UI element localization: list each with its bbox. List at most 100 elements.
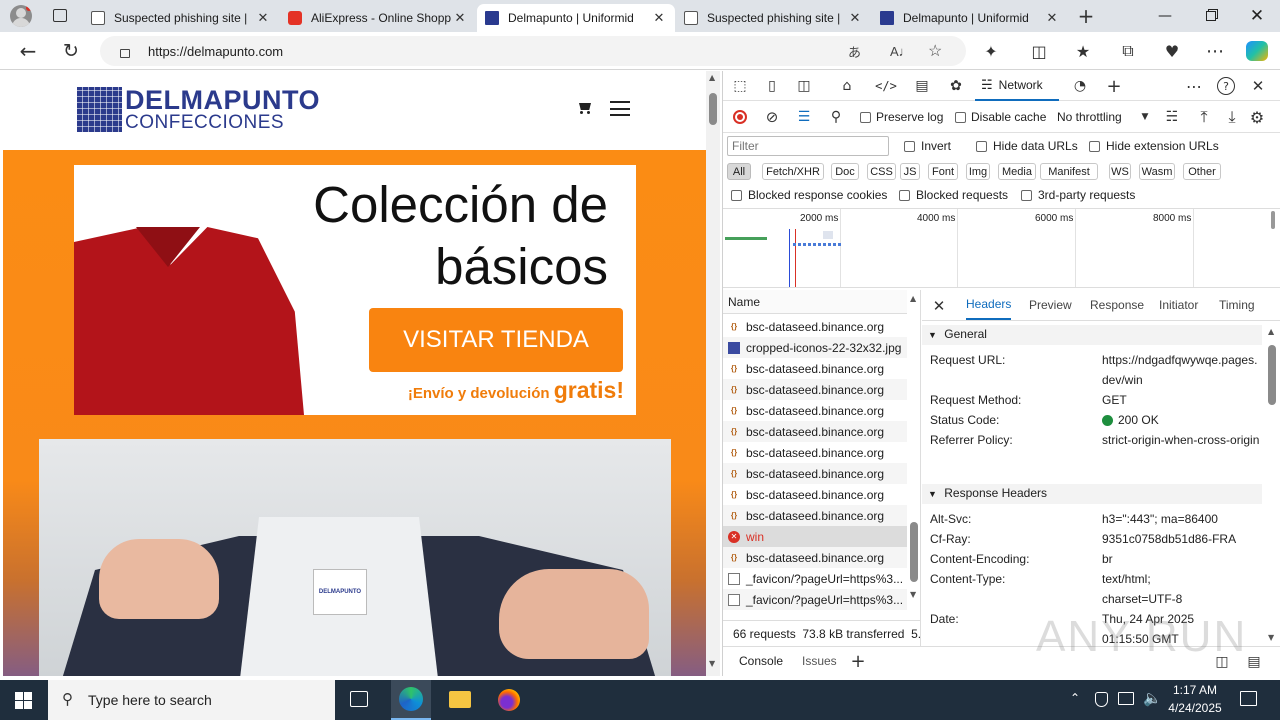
clock-time[interactable]: 1:17 AM	[1165, 683, 1225, 697]
taskbar-search[interactable]: ⚲ Type here to search	[48, 680, 335, 720]
request-list-scroll-thumb[interactable]	[910, 522, 918, 582]
drawer-tab-issues[interactable]: Issues	[802, 654, 837, 668]
request-row[interactable]: _favicon/?pageUrl=https%3...	[723, 568, 907, 589]
browser-tab[interactable]: Suspected phishing site | ✕	[83, 4, 279, 32]
network-conditions-icon[interactable]: ☵	[1163, 108, 1181, 126]
split-screen-icon[interactable]: ◫	[1026, 39, 1052, 63]
throttling-select[interactable]: No throttling	[1057, 110, 1122, 124]
address-bar[interactable]: https://delmapunto.com あ A♩ ☆	[100, 36, 966, 66]
browser-tab[interactable]: Delmapunto | Uniformid ✕	[872, 4, 1068, 32]
start-windows-icon[interactable]	[15, 692, 32, 709]
more-menu-icon[interactable]: ⋯	[1202, 39, 1228, 63]
search-icon[interactable]: ⚲	[827, 108, 845, 126]
general-section-header[interactable]: ▼ General	[922, 325, 1262, 345]
filter-toggle-icon[interactable]: ☰	[795, 108, 813, 126]
browser-tab[interactable]: Suspected phishing site | ✕	[676, 4, 871, 32]
tab-network[interactable]: ☵ Network	[975, 71, 1059, 101]
type-filter-fetchxhr[interactable]: Fetch/XHR	[762, 163, 824, 180]
add-tool-icon[interactable]: +	[1105, 76, 1123, 97]
favorite-star-icon[interactable]: ☆	[928, 41, 942, 61]
new-tab-button[interactable]: +	[1075, 4, 1097, 28]
minimize-icon[interactable]: —	[1142, 0, 1188, 32]
promo-banner[interactable]: Colección de básicos VISITAR TIENDA ¡Env…	[74, 165, 636, 415]
request-row[interactable]: {} bsc-dataseed.binance.org	[723, 358, 907, 379]
request-row[interactable]: {} bsc-dataseed.binance.org	[723, 421, 907, 442]
third-party-checkbox[interactable]	[1021, 190, 1032, 201]
close-devtools-icon[interactable]: ✕	[1249, 77, 1267, 95]
request-row[interactable]: {} bsc-dataseed.binance.org	[723, 316, 907, 337]
visit-store-button[interactable]: VISITAR TIENDA	[369, 308, 623, 372]
copilot-icon[interactable]	[1244, 39, 1270, 63]
profile-avatar[interactable]	[10, 5, 32, 27]
disable-cache-checkbox[interactable]	[955, 112, 966, 123]
page-scrollbar[interactable]: ▲ ▼	[706, 71, 720, 676]
type-filter-all[interactable]: All	[727, 163, 751, 180]
type-filter-ws[interactable]: WS	[1109, 163, 1131, 180]
page-scroll-thumb[interactable]	[709, 93, 717, 125]
details-tab-timing[interactable]: Timing	[1219, 290, 1255, 320]
preserve-log-checkbox[interactable]	[860, 112, 871, 123]
request-row[interactable]: {} bsc-dataseed.binance.org	[723, 505, 907, 526]
details-scroll-thumb[interactable]	[1268, 345, 1276, 405]
request-row[interactable]: {} bsc-dataseed.binance.org	[723, 463, 907, 484]
performance-tool-icon[interactable]: ◔	[1071, 77, 1089, 95]
details-tab-headers[interactable]: Headers	[966, 290, 1012, 320]
details-tab-initiator[interactable]: Initiator	[1159, 290, 1198, 320]
request-list-scrollbar[interactable]: ▲ ▼	[908, 290, 920, 620]
type-filter-js[interactable]: JS	[900, 163, 920, 180]
details-scrollbar[interactable]: ▲ ▼	[1265, 321, 1279, 646]
name-column-header[interactable]: Name	[723, 290, 907, 314]
firefox-icon[interactable]	[498, 689, 520, 711]
close-tab-icon[interactable]: ✕	[452, 10, 468, 26]
collections-icon[interactable]: ⧉	[1115, 39, 1141, 63]
clock-date[interactable]: 4/24/2025	[1160, 701, 1230, 715]
type-filter-wasm[interactable]: Wasm	[1139, 163, 1175, 180]
hamburger-menu-icon[interactable]	[610, 101, 630, 116]
edge-taskbar-icon[interactable]	[391, 680, 431, 720]
timeline-scroll[interactable]	[1271, 211, 1275, 229]
close-tab-icon[interactable]: ✕	[255, 10, 271, 26]
inspect-element-icon[interactable]: ⬚	[731, 77, 749, 95]
devtools-more-icon[interactable]: ⋯	[1185, 77, 1203, 96]
request-row[interactable]: _favicon/?pageUrl=https%3...	[723, 589, 907, 610]
drawer-tab-console[interactable]: Console	[739, 654, 783, 668]
response-headers-section-header[interactable]: ▼ Response Headers	[922, 484, 1262, 504]
extensions-icon[interactable]: ✦	[978, 39, 1004, 63]
performance-icon[interactable]: ♥	[1159, 39, 1185, 63]
record-icon[interactable]	[733, 110, 747, 124]
hide-extension-urls-checkbox[interactable]	[1089, 141, 1100, 152]
invert-checkbox[interactable]	[904, 141, 915, 152]
close-window-icon[interactable]: ✕	[1234, 0, 1280, 32]
tab-actions-icon[interactable]	[53, 9, 67, 22]
export-har-icon[interactable]: ⤓	[1223, 107, 1241, 126]
details-tab-response[interactable]: Response	[1090, 290, 1144, 320]
type-filter-font[interactable]: Font	[928, 163, 958, 180]
translate-icon[interactable]: あ	[848, 42, 861, 61]
drawer-add-icon[interactable]: +	[849, 651, 867, 672]
overview-timeline[interactable]: 2000 ms 4000 ms 6000 ms 8000 ms	[723, 208, 1280, 288]
close-details-icon[interactable]: ✕	[930, 297, 948, 315]
file-explorer-icon[interactable]	[449, 691, 471, 708]
tray-security-icon[interactable]	[1095, 692, 1108, 707]
browser-tab[interactable]: AliExpress - Online Shopp ✕	[280, 4, 476, 32]
request-row[interactable]: ✕ win	[723, 526, 907, 547]
type-filter-img[interactable]: Img	[966, 163, 990, 180]
type-filter-manifest[interactable]: Manifest	[1040, 163, 1098, 180]
request-row[interactable]: cropped-iconos-22-32x32.jpg	[723, 337, 907, 358]
network-settings-gear-icon[interactable]: ⚙	[1248, 108, 1266, 127]
elements-code-icon[interactable]: </>	[875, 77, 897, 95]
back-icon[interactable]: ←	[15, 39, 41, 63]
details-tab-preview[interactable]: Preview	[1029, 290, 1072, 320]
throttling-dropdown-icon[interactable]: ▼	[1139, 110, 1151, 124]
drawer-collapse-icon[interactable]: ▤	[1245, 653, 1263, 671]
lock-icon[interactable]	[120, 48, 130, 58]
site-logo[interactable]: DELMAPUNTO CONFECCIONES	[77, 85, 337, 133]
type-filter-css[interactable]: CSS	[867, 163, 896, 180]
task-view-icon[interactable]	[350, 691, 368, 707]
filter-input[interactable]	[727, 136, 889, 156]
request-row[interactable]: {} bsc-dataseed.binance.org	[723, 379, 907, 400]
favorites-icon[interactable]: ★	[1070, 39, 1096, 63]
volume-tray-icon[interactable]: 🔈	[1143, 689, 1162, 707]
blocked-cookies-checkbox[interactable]	[731, 190, 742, 201]
restore-icon[interactable]	[1188, 0, 1234, 32]
